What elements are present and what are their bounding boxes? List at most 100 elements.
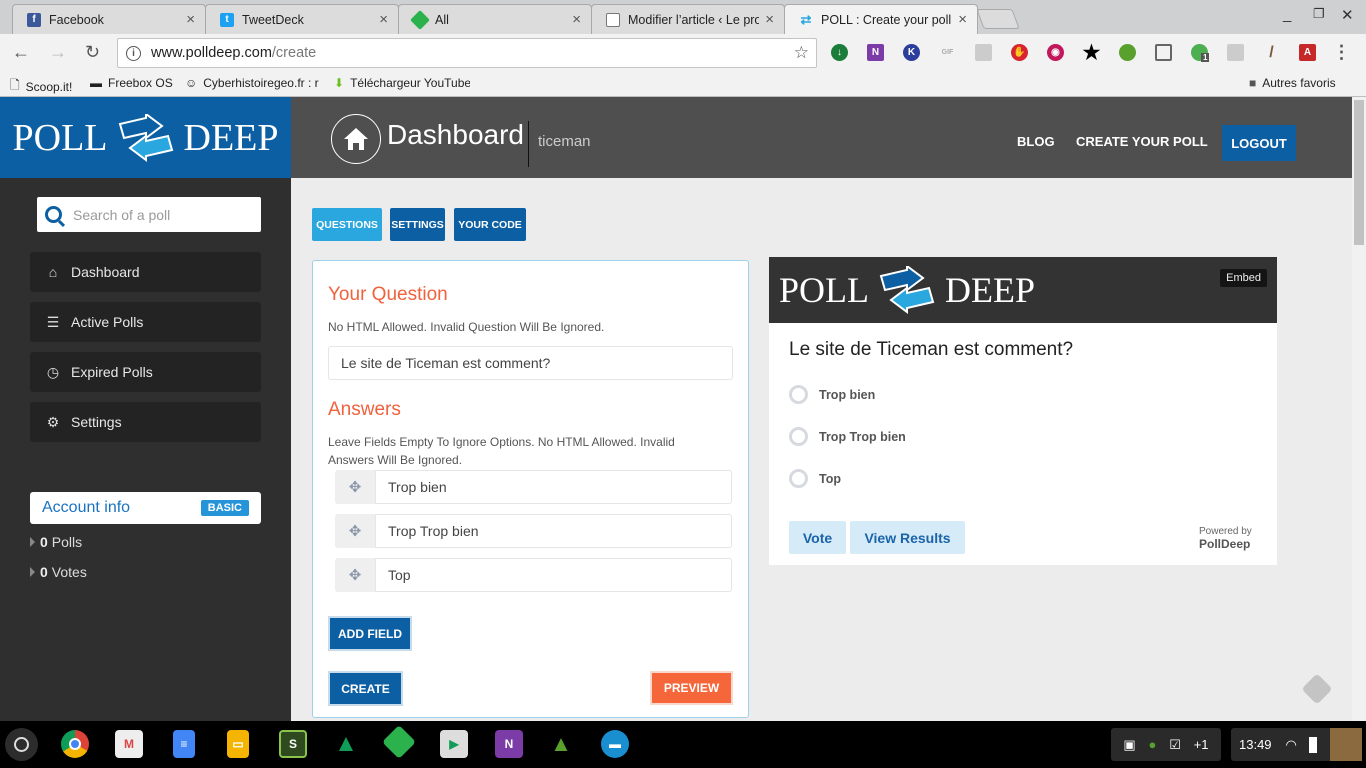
feedly-float-icon[interactable] bbox=[1301, 673, 1333, 705]
tab-title: TweetDeck bbox=[242, 12, 304, 27]
poll-form: Your Question No HTML Allowed. Invalid Q… bbox=[312, 260, 749, 718]
close-tab-icon[interactable]: × bbox=[379, 11, 388, 28]
bookmark-freebox[interactable]: ▬ Freebox OS bbox=[90, 76, 173, 90]
address-bar[interactable]: i www.polldeep.com /create ☆ bbox=[117, 38, 817, 68]
tab-your-code[interactable]: YOUR CODE bbox=[454, 208, 526, 241]
k-extension-icon[interactable]: K bbox=[903, 44, 920, 61]
browser-tab-modifier-article[interactable]: Modifier l’article ‹ Le pro × bbox=[591, 4, 785, 34]
close-tab-icon[interactable]: × bbox=[572, 11, 581, 28]
browser-tab-facebook[interactable]: f Facebook × bbox=[12, 4, 206, 34]
drive-app-icon[interactable]: ▲ bbox=[332, 730, 360, 758]
search-input[interactable] bbox=[73, 206, 243, 223]
rss-extension-icon[interactable] bbox=[975, 44, 992, 61]
widget-option[interactable]: Trop bien bbox=[789, 385, 875, 404]
stat-votes[interactable]: 0 Votes bbox=[30, 564, 87, 580]
search-box[interactable] bbox=[37, 197, 261, 232]
bookmarks-bar: 🗋 Scoop.it! ▬ Freebox OS ☺ Cyberhistoire… bbox=[0, 72, 1366, 97]
status-tray[interactable]: 13:49 ◠ bbox=[1231, 728, 1362, 761]
vote-button[interactable]: Vote bbox=[789, 521, 846, 554]
main-content: QUESTIONS SETTINGS YOUR CODE Your Questi… bbox=[291, 178, 1352, 721]
browser-tab-polldeep[interactable]: ⇄ POLL : Create your poll f × bbox=[784, 4, 978, 34]
onenote-app-icon[interactable]: N bbox=[495, 730, 523, 758]
new-tab-button[interactable] bbox=[976, 9, 1020, 29]
other-bookmarks[interactable]: ■ Autres favoris bbox=[1249, 76, 1336, 90]
scrollbar-thumb[interactable] bbox=[1354, 100, 1364, 245]
aperture-extension-icon[interactable]: ◉ bbox=[1047, 44, 1064, 61]
back-icon[interactable]: ← bbox=[12, 42, 30, 63]
info-icon[interactable]: i bbox=[126, 45, 141, 61]
bookmark-youtube-downloader[interactable]: ⬇ Téléchargeur YouTube bbox=[334, 76, 470, 90]
bookmark-scoopit[interactable]: 🗋 Scoop.it! bbox=[10, 76, 72, 97]
user-avatar[interactable] bbox=[1330, 728, 1362, 761]
fm-extension-icon[interactable] bbox=[1227, 44, 1244, 61]
drag-handle-icon[interactable]: ✥ bbox=[335, 514, 375, 548]
question-input[interactable] bbox=[328, 346, 733, 380]
radio-button[interactable] bbox=[789, 427, 808, 446]
poll-preview-widget: Poll Deep Embed Le site de Ticeman est c… bbox=[769, 257, 1277, 565]
drag-handle-icon[interactable]: ✥ bbox=[335, 470, 375, 504]
bookmark-star-icon[interactable]: ☆ bbox=[794, 43, 809, 63]
gmail-app-icon[interactable]: M bbox=[115, 730, 143, 758]
close-tab-icon[interactable]: × bbox=[765, 11, 774, 28]
slides-app-icon[interactable]: ▭ bbox=[227, 730, 249, 758]
sidebar-item-dashboard[interactable]: ⌂ Dashboard bbox=[30, 252, 261, 292]
browser-tab-all[interactable]: All × bbox=[398, 4, 592, 34]
logout-button[interactable]: LOGOUT bbox=[1222, 125, 1296, 161]
nav-blog[interactable]: BLOG bbox=[1017, 134, 1055, 149]
chrome-app-icon[interactable] bbox=[61, 730, 89, 758]
notification-tray[interactable]: ▣ ● ☑ +1 bbox=[1111, 728, 1221, 761]
tab-questions[interactable]: QUESTIONS bbox=[312, 208, 382, 241]
asterisk-extension-icon[interactable]: ★ bbox=[1083, 42, 1101, 64]
page-scrollbar[interactable] bbox=[1352, 97, 1366, 721]
radio-button[interactable] bbox=[789, 385, 808, 404]
tab-settings[interactable]: SETTINGS bbox=[390, 208, 445, 241]
pen-extension-icon[interactable]: / bbox=[1263, 44, 1280, 61]
feedly-app-icon[interactable] bbox=[382, 725, 416, 759]
download-extension-icon[interactable]: ↓ bbox=[831, 44, 848, 61]
sidebar-item-active-polls[interactable]: ☰ Active Polls bbox=[30, 302, 261, 342]
widget-option[interactable]: Top bbox=[789, 469, 841, 488]
stat-polls[interactable]: 0 Polls bbox=[30, 534, 82, 550]
view-results-button[interactable]: View Results bbox=[850, 521, 965, 554]
logo-word-deep: Deep bbox=[183, 116, 279, 159]
adblock-extension-icon[interactable]: ✋ bbox=[1011, 44, 1028, 61]
minimize-icon[interactable]: _ bbox=[1283, 6, 1291, 23]
add-field-button[interactable]: ADD FIELD bbox=[328, 616, 412, 651]
answer-input[interactable] bbox=[375, 558, 732, 592]
restore-icon[interactable]: ❐ bbox=[1313, 6, 1325, 22]
embed-button[interactable]: Embed bbox=[1220, 269, 1267, 287]
radio-button[interactable] bbox=[789, 469, 808, 488]
reload-icon[interactable]: ↻ bbox=[85, 42, 100, 63]
turtle-app-icon[interactable]: ▲ bbox=[547, 730, 575, 758]
sidebar-item-settings[interactable]: ⚙ Settings bbox=[30, 402, 261, 442]
extension-with-badge-icon[interactable]: 1 bbox=[1191, 44, 1210, 62]
browser-tab-tweetdeck[interactable]: t TweetDeck × bbox=[205, 4, 399, 34]
answer-input[interactable] bbox=[375, 514, 732, 548]
answer-input[interactable] bbox=[375, 470, 732, 504]
close-window-icon[interactable]: ✕ bbox=[1341, 6, 1354, 24]
home-icon[interactable] bbox=[331, 114, 381, 164]
play-store-app-icon[interactable]: ▶ bbox=[440, 730, 468, 758]
close-tab-icon[interactable]: × bbox=[186, 11, 195, 28]
nav-create-your-poll[interactable]: CREATE YOUR POLL bbox=[1076, 134, 1208, 149]
turtle-extension-icon[interactable] bbox=[1119, 44, 1136, 61]
sidebar-item-expired-polls[interactable]: ◷ Expired Polls bbox=[30, 352, 261, 392]
menu-icon[interactable]: ⋮ bbox=[1333, 42, 1351, 62]
docs-app-icon[interactable]: ≡ bbox=[173, 730, 195, 758]
site-logo[interactable]: Poll Deep bbox=[0, 97, 291, 178]
green-app-icon[interactable]: S bbox=[279, 730, 307, 758]
launcher-button[interactable] bbox=[5, 728, 38, 761]
powered-by-brand[interactable]: PollDeep bbox=[1199, 538, 1252, 551]
bookmark-cyberhistoire[interactable]: ☺ Cyberhistoiregeo.fr : r bbox=[185, 76, 321, 90]
files-app-icon[interactable]: ▬ bbox=[601, 730, 629, 758]
widget-option[interactable]: Trop Trop bien bbox=[789, 427, 906, 446]
drag-handle-icon[interactable]: ✥ bbox=[335, 558, 375, 592]
cast-icon[interactable] bbox=[1155, 44, 1172, 61]
onenote-extension-icon[interactable]: N bbox=[867, 44, 884, 61]
close-tab-icon[interactable]: × bbox=[958, 11, 967, 28]
create-button[interactable]: CREATE bbox=[328, 671, 403, 706]
book-extension-icon[interactable]: A bbox=[1299, 44, 1316, 61]
forward-icon[interactable]: → bbox=[49, 42, 67, 63]
gif-extension-icon[interactable]: GIF bbox=[939, 44, 956, 61]
preview-button[interactable]: PREVIEW bbox=[650, 671, 733, 705]
